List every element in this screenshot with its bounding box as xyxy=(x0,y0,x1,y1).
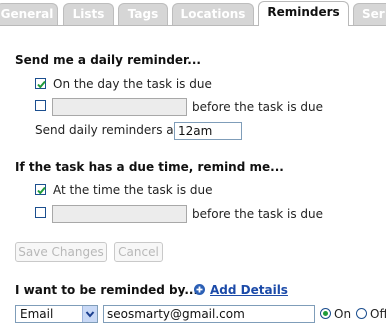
off-radio[interactable] xyxy=(356,308,367,319)
on-radio-label: On xyxy=(334,307,352,321)
tab-general[interactable]: General xyxy=(0,3,58,25)
off-radio-label: Off xyxy=(370,307,386,321)
add-details-link[interactable]: Add Details xyxy=(210,283,288,297)
save-changes-button[interactable]: Save Changes xyxy=(15,242,107,262)
on-radio[interactable] xyxy=(320,308,331,319)
remind-method-select[interactable]: Email xyxy=(15,305,98,323)
daily-reminder-heading: Send me a daily reminder... xyxy=(15,53,201,67)
on-day-checkbox[interactable] xyxy=(35,78,46,89)
chevron-down-icon xyxy=(82,306,97,322)
cancel-button[interactable]: Cancel xyxy=(114,242,163,262)
add-icon[interactable] xyxy=(194,284,205,295)
tab-reminders[interactable]: Reminders xyxy=(258,1,349,26)
settings-tabs: General Lists Tags Locations Reminders S… xyxy=(0,0,386,26)
before-due-checkbox[interactable] xyxy=(35,100,46,111)
before-due-input[interactable] xyxy=(52,98,187,116)
due-before-label: before the task is due xyxy=(192,207,324,221)
tab-tags[interactable]: Tags xyxy=(118,3,168,25)
at-time-label: At the time the task is due xyxy=(53,183,213,197)
tab-lists[interactable]: Lists xyxy=(63,3,114,25)
remind-by-heading: I want to be reminded by... xyxy=(15,283,199,297)
daily-time-input[interactable]: 12am xyxy=(174,122,242,140)
checkmark-icon xyxy=(37,186,46,195)
remind-address-input[interactable]: seosmarty@gmail.com xyxy=(103,305,315,323)
due-time-heading: If the task has a due time, remind me... xyxy=(15,160,284,174)
tab-locations[interactable]: Locations xyxy=(172,3,254,25)
checkmark-icon xyxy=(37,80,46,89)
at-time-checkbox[interactable] xyxy=(35,184,46,195)
tab-services[interactable]: Ser xyxy=(353,3,386,25)
due-before-checkbox[interactable] xyxy=(35,207,46,218)
daily-time-label: Send daily reminders at xyxy=(35,123,179,137)
remind-method-value: Email xyxy=(20,307,54,321)
on-day-label: On the day the task is due xyxy=(53,77,212,91)
due-before-input[interactable] xyxy=(52,205,187,223)
before-due-label: before the task is due xyxy=(192,100,324,114)
